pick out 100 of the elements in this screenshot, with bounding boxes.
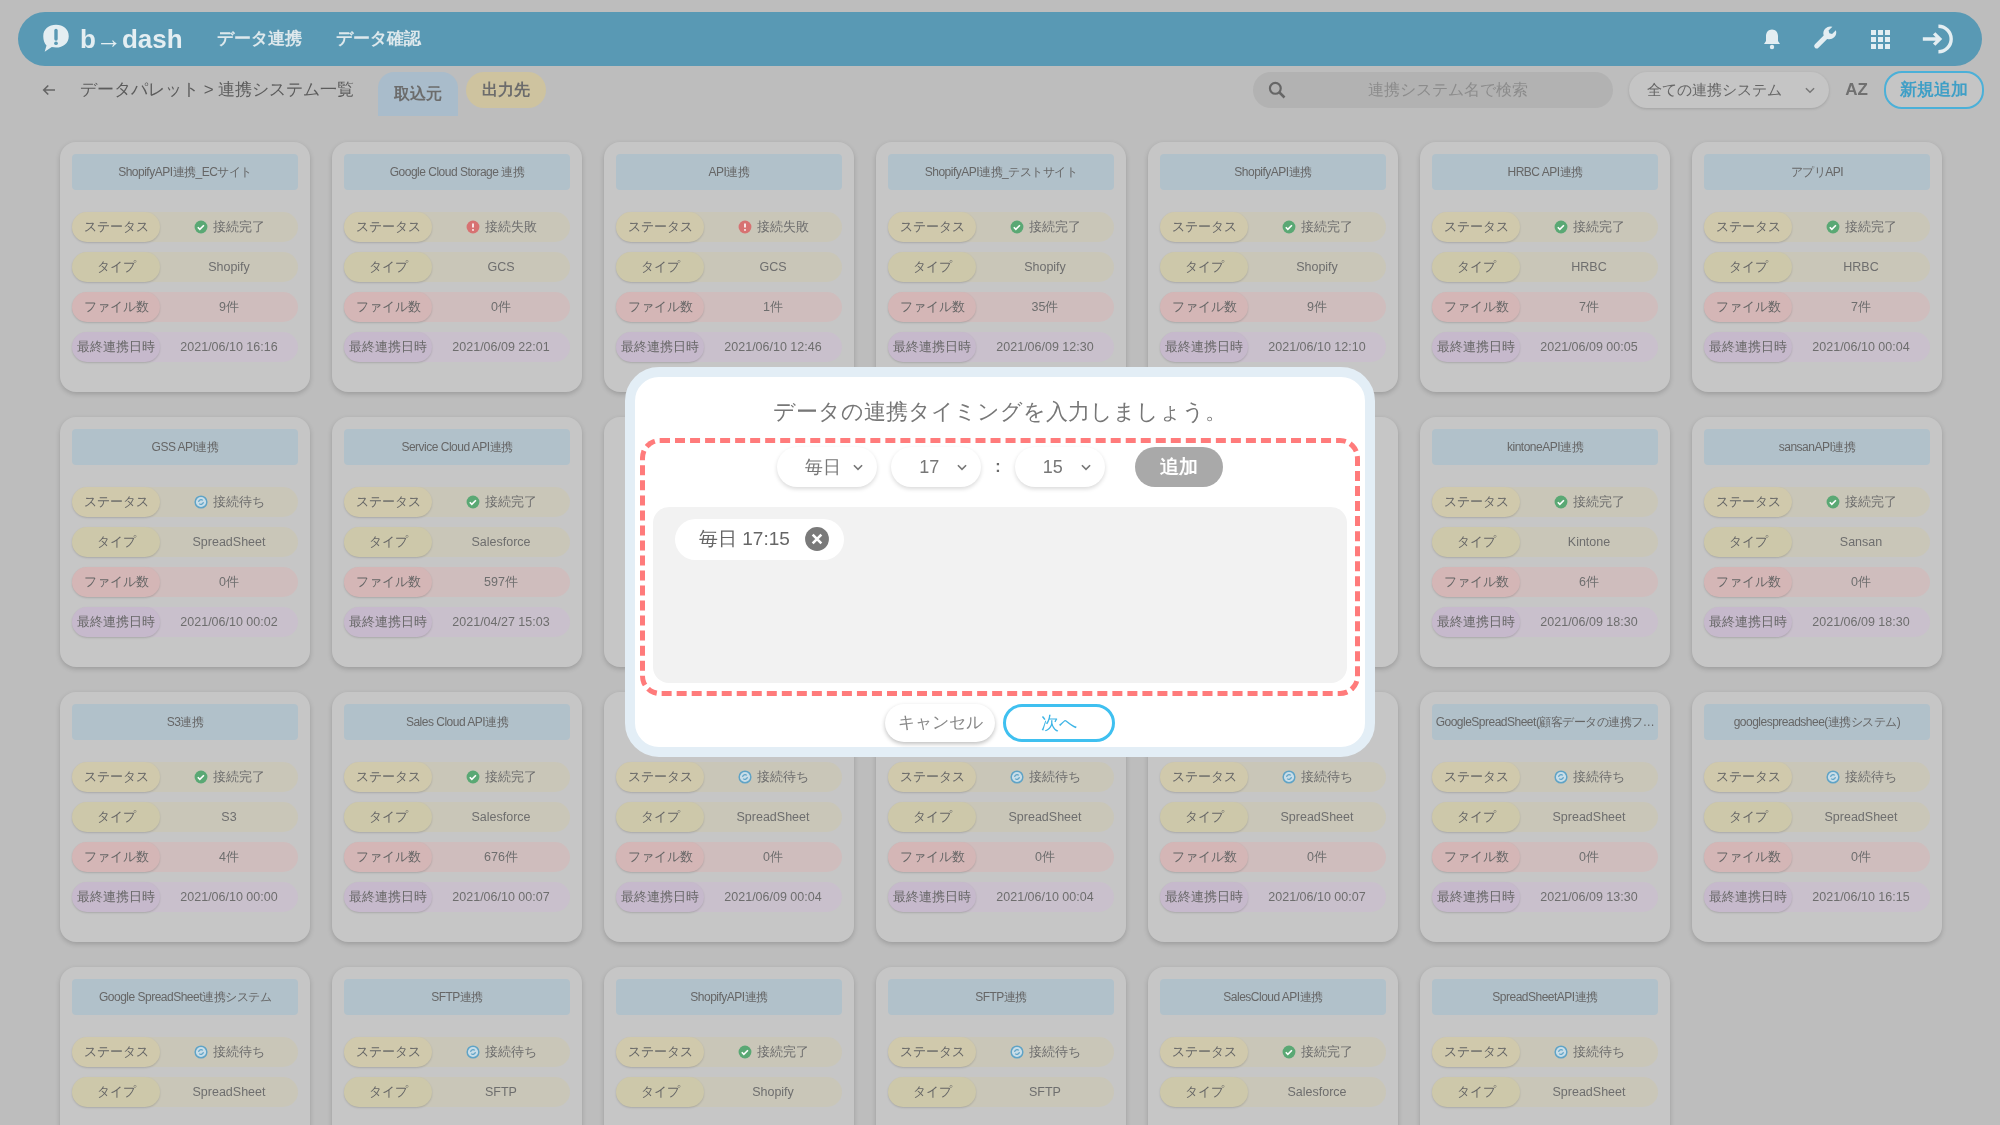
status-text: 接続待ち (212, 1043, 265, 1061)
source-tab[interactable]: 出力先 (466, 72, 547, 108)
next-button[interactable]: 次へ (1003, 704, 1115, 742)
field-label: タイプ (616, 802, 704, 832)
field-label: タイプ (72, 1077, 160, 1107)
sort-toggle[interactable]: AZ (1845, 77, 1868, 103)
field-value: SpreadSheet (1551, 808, 1627, 826)
field-value: 2021/06/10 00:00 (179, 888, 279, 906)
field-value: 2021/06/10 00:07 (1267, 888, 1367, 906)
field-value: SFTP (484, 1083, 518, 1101)
field-label: ステータス (1432, 762, 1520, 792)
field-label: タイプ (888, 252, 976, 282)
integration-card[interactable]: SFTP連携 ステータス 接続待ち タイプ SFTP (332, 967, 582, 1125)
source-tab[interactable]: 取込元 (378, 72, 459, 116)
card-title: HRBC API連携 (1432, 154, 1658, 190)
integration-card[interactable]: sansanAPI連携 ステータス 接続完了 タイプ Sansan ファイル数 0件 最終連携日時 2021/06/09 18:30 (1692, 417, 1942, 667)
integration-card[interactable]: API連携 ステータス 接続失敗 タイプ GCS ファイル数 1件 最終連携日時 2021/06/10 12:46 (604, 142, 854, 392)
status-text: 接続完了 (1572, 493, 1625, 511)
integration-card[interactable]: HRBC API連携 ステータス 接続完了 タイプ HRBC ファイル数 7件 最終連携日時 2021/06/09 00:05 (1420, 142, 1670, 392)
integration-card[interactable]: ShopifyAPI連携 ステータス 接続完了 タイプ Shopify (604, 967, 854, 1125)
field-value: SpreadSheet (1279, 808, 1355, 826)
field-value: 0件 (1578, 848, 1600, 866)
field-label: 最終連携日時 (616, 332, 704, 362)
field-value: 2021/06/10 16:15 (1811, 888, 1911, 906)
integration-card[interactable]: GoogleSpreadSheet(顧客データの連携フ… ステータス 接続待ち タイプ SpreadSheet ファイル数 0件 最終連携日時 2021/06/09 13:30 (1420, 692, 1670, 942)
field-label: タイプ (1432, 802, 1520, 832)
field-label: 最終連携日時 (1704, 882, 1792, 912)
integration-card[interactable]: SalesCloud API連携 ステータス 接続完了 タイプ Salesforce (1148, 967, 1398, 1125)
field-value: Salesforce (1286, 1083, 1348, 1101)
field-label: ステータス (72, 212, 160, 242)
field-value: 4件 (218, 848, 240, 866)
field-value: 2021/06/09 00:05 (1539, 338, 1639, 356)
field-value: SpreadSheet (1551, 1083, 1627, 1101)
integration-card[interactable]: googlespreadshee(連携システム) ステータス 接続待ち タイプ SpreadSheet ファイル数 0件 最終連携日時 2021/06/10 16:15 (1692, 692, 1942, 942)
integration-card[interactable]: Service Cloud API連携 ステータス 接続完了 タイプ Salesforce ファイル数 597件 最終連携日時 2021/04/27 15:03 (332, 417, 582, 667)
frequency-select[interactable]: 毎日 (777, 447, 878, 487)
field-value: SpreadSheet (191, 533, 267, 551)
card-title: ShopifyAPI連携_テストサイト (888, 154, 1114, 190)
field-label: 最終連携日時 (888, 332, 976, 362)
status-text: 接続待ち (1572, 768, 1625, 786)
integration-card[interactable]: kintoneAPI連携 ステータス 接続完了 タイプ Kintone ファイル数 6件 最終連携日時 2021/06/09 18:30 (1420, 417, 1670, 667)
integration-card[interactable]: Google SpreadSheet連携システム ステータス 接続待ち タイプ SpreadSheet (60, 967, 310, 1125)
field-label: ステータス (344, 1037, 432, 1067)
field-label: ステータス (72, 487, 160, 517)
field-value: 2021/06/10 00:04 (1811, 338, 1911, 356)
integration-card[interactable]: SpreadSheetAPI連携 ステータス 接続待ち タイプ SpreadSheet (1420, 967, 1670, 1125)
field-label: タイプ (72, 802, 160, 832)
close-icon[interactable] (803, 526, 830, 553)
hour-select[interactable]: 17 (891, 447, 982, 487)
nav-link[interactable]: データ連携 (216, 26, 302, 52)
field-value: 2021/06/10 12:10 (1267, 338, 1367, 356)
field-label: タイプ (1432, 1077, 1520, 1107)
status-text: 接続完了 (1028, 218, 1081, 236)
field-label: 最終連携日時 (1160, 332, 1248, 362)
integration-card[interactable]: GSS API連携 ステータス 接続待ち タイプ SpreadSheet ファイル数 0件 最終連携日時 2021/06/10 00:02 (60, 417, 310, 667)
integration-card[interactable]: Google Cloud Storage 連携 ステータス 接続失敗 タイプ GCS ファイル数 0件 最終連携日時 2021/06/09 22:01 (332, 142, 582, 392)
field-label: ファイル数 (1160, 292, 1248, 322)
field-value: 6件 (1578, 573, 1600, 591)
field-label: タイプ (344, 802, 432, 832)
field-label: ステータス (72, 1037, 160, 1067)
filter-select[interactable]: 全ての連携システム (1629, 72, 1830, 108)
minute-select[interactable]: 15 (1014, 447, 1105, 487)
field-label: ファイル数 (1160, 842, 1248, 872)
status-text: 接続完了 (484, 493, 537, 511)
grid-icon[interactable] (1868, 27, 1892, 51)
field-label: タイプ (344, 1077, 432, 1107)
cancel-button[interactable]: キャンセル (885, 704, 995, 742)
field-value: Sansan (1838, 533, 1884, 551)
card-title: SpreadSheetAPI連携 (1432, 979, 1658, 1015)
field-label: 最終連携日時 (1704, 607, 1792, 637)
field-value: 2021/06/09 13:30 (1539, 888, 1639, 906)
status-text: 接続完了 (484, 768, 537, 786)
field-value: 0件 (490, 298, 512, 316)
field-label: ステータス (1432, 1037, 1520, 1067)
field-value: SpreadSheet (1823, 808, 1899, 826)
integration-card[interactable]: Sales Cloud API連携 ステータス 接続完了 タイプ Salesforce ファイル数 676件 最終連携日時 2021/06/10 00:07 (332, 692, 582, 942)
field-label: 最終連携日時 (72, 882, 160, 912)
field-value: 0件 (1306, 848, 1328, 866)
field-value: 0件 (218, 573, 240, 591)
field-label: ファイル数 (616, 842, 704, 872)
field-label: タイプ (344, 527, 432, 557)
field-label: タイプ (888, 802, 976, 832)
integration-card[interactable]: アプリAPI ステータス 接続完了 タイプ HRBC ファイル数 7件 最終連携日時 2021/06/10 00:04 (1692, 142, 1942, 392)
nav-link[interactable]: データ確認 (335, 26, 421, 52)
field-label: ファイル数 (616, 292, 704, 322)
field-label: 最終連携日時 (72, 607, 160, 637)
field-label: ステータス (1160, 1037, 1248, 1067)
field-label: タイプ (1704, 252, 1792, 282)
integration-card[interactable]: SFTP連携 ステータス 接続待ち タイプ SFTP (876, 967, 1126, 1125)
field-label: ステータス (1432, 487, 1520, 517)
integration-card[interactable]: ShopifyAPI連携_ECサイト ステータス 接続完了 タイプ Shopify ファイル数 9件 最終連携日時 2021/06/10 16:16 (60, 142, 310, 392)
sign-in-icon[interactable] (1920, 22, 1954, 56)
field-value: S3 (220, 808, 238, 826)
integration-card[interactable]: ShopifyAPI連携 ステータス 接続完了 タイプ Shopify ファイル数 9件 最終連携日時 2021/06/10 12:10 (1148, 142, 1398, 392)
field-label: ステータス (1704, 487, 1792, 517)
field-label: タイプ (1432, 252, 1520, 282)
field-label: ファイル数 (888, 842, 976, 872)
card-title: API連携 (616, 154, 842, 190)
field-label: ステータス (1704, 212, 1792, 242)
integration-card[interactable]: S3連携 ステータス 接続完了 タイプ S3 ファイル数 4件 最終連携日時 2021/06/10 00:00 (60, 692, 310, 942)
